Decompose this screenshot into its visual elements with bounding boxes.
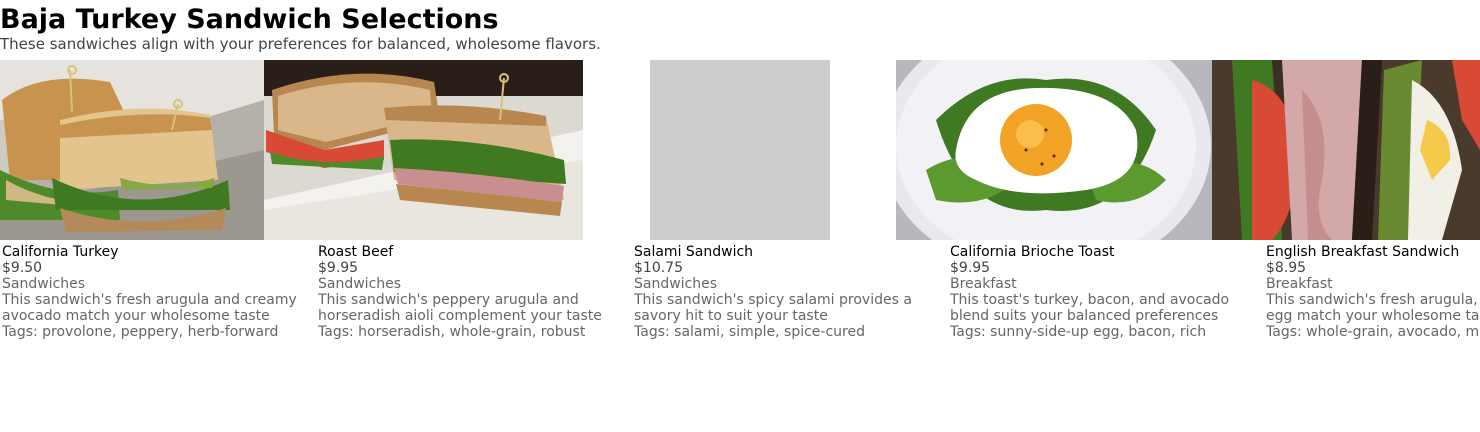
page-title: Baja Turkey Sandwich Selections — [0, 4, 499, 35]
product-price: $10.75 — [634, 260, 683, 276]
product-description: This toast's turkey, bacon, and avocado … — [950, 292, 1230, 324]
product-tags: Tags: salami, simple, spice-cured — [634, 324, 865, 340]
product-image-california-turkey[interactable] — [0, 60, 264, 240]
product-category: Sandwiches — [318, 276, 402, 292]
product-card[interactable]: Salami Sandwich $10.75 Sandwiches This s… — [634, 244, 950, 340]
product-category: Sandwiches — [2, 276, 86, 292]
product-image-california-brioche-toast[interactable] — [896, 60, 1212, 240]
product-price: $9.50 — [2, 260, 43, 276]
product-description: This sandwich's peppery arugula and hors… — [318, 292, 602, 324]
product-category: Breakfast — [1266, 276, 1333, 292]
product-image-strip — [0, 60, 1480, 240]
product-price: $9.95 — [318, 260, 359, 276]
product-tags: Tags: whole-grain, avocado, mild — [1266, 324, 1480, 340]
product-image-roast-beef[interactable] — [264, 60, 583, 240]
product-card[interactable]: English Breakfast Sandwich $8.95 Breakfa… — [1266, 244, 1480, 340]
product-price: $8.95 — [1266, 260, 1307, 276]
product-name: English Breakfast Sandwich — [1266, 244, 1460, 260]
product-image-english-breakfast-sandwich[interactable] — [1212, 60, 1480, 240]
page-subtitle: These sandwiches align with your prefere… — [0, 35, 601, 53]
product-description: This sandwich's spicy salami provides a … — [634, 292, 912, 324]
product-card[interactable]: California Turkey $9.50 Sandwiches This … — [2, 244, 318, 340]
product-category: Sandwiches — [634, 276, 718, 292]
product-category: Breakfast — [950, 276, 1017, 292]
product-tags: Tags: sunny-side-up egg, bacon, rich — [950, 324, 1207, 340]
product-name: California Turkey — [2, 244, 119, 260]
product-name: California Brioche Toast — [950, 244, 1115, 260]
product-tags: Tags: provolone, peppery, herb-forward — [2, 324, 279, 340]
product-name: Roast Beef — [318, 244, 394, 260]
product-name: Salami Sandwich — [634, 244, 754, 260]
product-image-placeholder-salami[interactable] — [650, 60, 830, 240]
product-price: $9.95 — [950, 260, 991, 276]
product-card[interactable]: California Brioche Toast $9.95 Breakfast… — [950, 244, 1266, 340]
product-description: This sandwich's fresh arugula and creamy… — [2, 292, 297, 324]
product-card[interactable]: Roast Beef $9.95 Sandwiches This sandwic… — [318, 244, 634, 340]
product-tags: Tags: horseradish, whole-grain, robust — [318, 324, 586, 340]
product-description: This sandwich's fresh arugula, avocado, … — [1266, 292, 1480, 324]
